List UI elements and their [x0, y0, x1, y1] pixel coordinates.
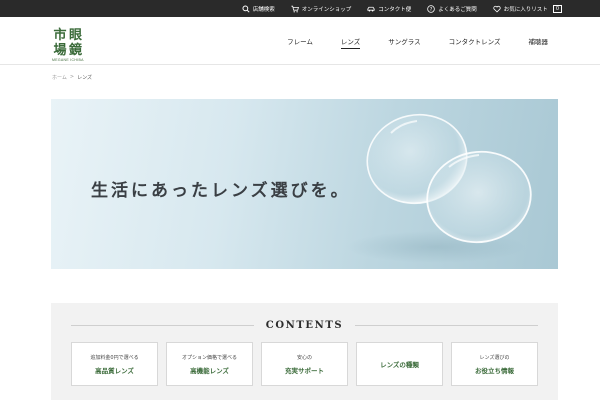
contents-title: CONTENTS [265, 319, 344, 331]
contact-delivery-label: コンタクト便 [378, 6, 412, 13]
search-icon [242, 4, 250, 13]
card-lens-tips[interactable]: レンズ選びの お役立ち情報 [451, 342, 538, 386]
card-subtitle: レンズ選びの [479, 354, 510, 361]
site-header: 市 眼 場 鏡 MEGANE ICHIBA フレーム レンズ サングラス コンタ… [0, 17, 600, 65]
svg-text:市: 市 [53, 27, 66, 43]
store-search-label: 店舗検索 [252, 6, 275, 13]
contents-heading: CONTENTS [71, 319, 539, 331]
card-title: レンズの種類 [380, 361, 419, 369]
card-subtitle: 追加料金0円で選べる [90, 354, 139, 361]
online-shop-link[interactable]: オンラインショップ [291, 5, 352, 13]
card-title: 高機能レンズ [190, 366, 229, 375]
breadcrumb-separator: > [69, 74, 75, 80]
utility-bar: 店舗検索 オンラインショップ コンタクト便 ? よくあるご質問 お気に入りリスト… [0, 0, 600, 17]
nav-item-contact-lenses[interactable]: コンタクトレンズ [435, 17, 515, 65]
brand-logo-subtitle: MEGANE ICHIBA [52, 58, 84, 62]
hero-banner: 生活にあったレンズ選びを。 [51, 99, 558, 269]
contents-section: CONTENTS 追加料金0円で選べる 高品質レンズ オプション価格で選べる 高… [51, 303, 558, 400]
nav-item-frames[interactable]: フレーム [273, 17, 327, 65]
breadcrumb-current: レンズ [77, 75, 92, 81]
svg-text:鏡: 鏡 [69, 42, 82, 56]
favorites-count-badge: 0 [552, 4, 562, 13]
card-title: 高品質レンズ [95, 366, 134, 375]
card-subtitle: 安心の [296, 354, 312, 361]
card-high-quality-lenses[interactable]: 追加料金0円で選べる 高品質レンズ [71, 342, 158, 386]
card-support[interactable]: 安心の 充実サポート [261, 342, 348, 386]
breadcrumb-home[interactable]: ホーム [52, 74, 67, 81]
card-title: お役立ち情報 [475, 366, 514, 375]
car-icon [367, 6, 375, 12]
nav-item-lenses[interactable]: レンズ [327, 17, 374, 65]
breadcrumb: ホーム > レンズ [52, 74, 92, 81]
contents-cards: 追加料金0円で選べる 高品質レンズ オプション価格で選べる 高機能レンズ 安心の… [71, 342, 538, 386]
svg-text:眼: 眼 [69, 28, 83, 43]
card-high-function-lenses[interactable]: オプション価格で選べる 高機能レンズ [166, 342, 253, 386]
main-nav: フレーム レンズ サングラス コンタクトレンズ 補聴器 [273, 17, 562, 65]
card-title: 充実サポート [285, 366, 324, 375]
contact-delivery-link[interactable]: コンタクト便 [367, 5, 411, 13]
hero-headline: 生活にあったレンズ選びを。 [91, 181, 351, 201]
question-icon: ? [427, 4, 436, 12]
svg-text:場: 場 [53, 42, 66, 56]
store-search-link[interactable]: 店舗検索 [242, 4, 275, 13]
brand-logo[interactable]: 市 眼 場 鏡 [52, 26, 84, 56]
divider-right [355, 324, 539, 326]
nav-item-sunglasses[interactable]: サングラス [374, 17, 434, 65]
nav-item-hearing-aids[interactable]: 補聴器 [515, 17, 563, 65]
faq-label: よくあるご質問 [438, 6, 477, 13]
faq-link[interactable]: ? よくあるご質問 [427, 4, 477, 13]
cart-icon [291, 5, 299, 12]
online-shop-label: オンラインショップ [301, 6, 352, 13]
favorites-label: お気に入りリスト [503, 6, 548, 13]
card-subtitle: オプション価格で選べる [181, 354, 237, 361]
card-lens-types[interactable]: レンズの種類 [356, 342, 443, 386]
favorites-link[interactable]: お気に入りリスト 0 [493, 4, 562, 13]
heart-icon [493, 5, 501, 12]
divider-left [71, 324, 254, 326]
